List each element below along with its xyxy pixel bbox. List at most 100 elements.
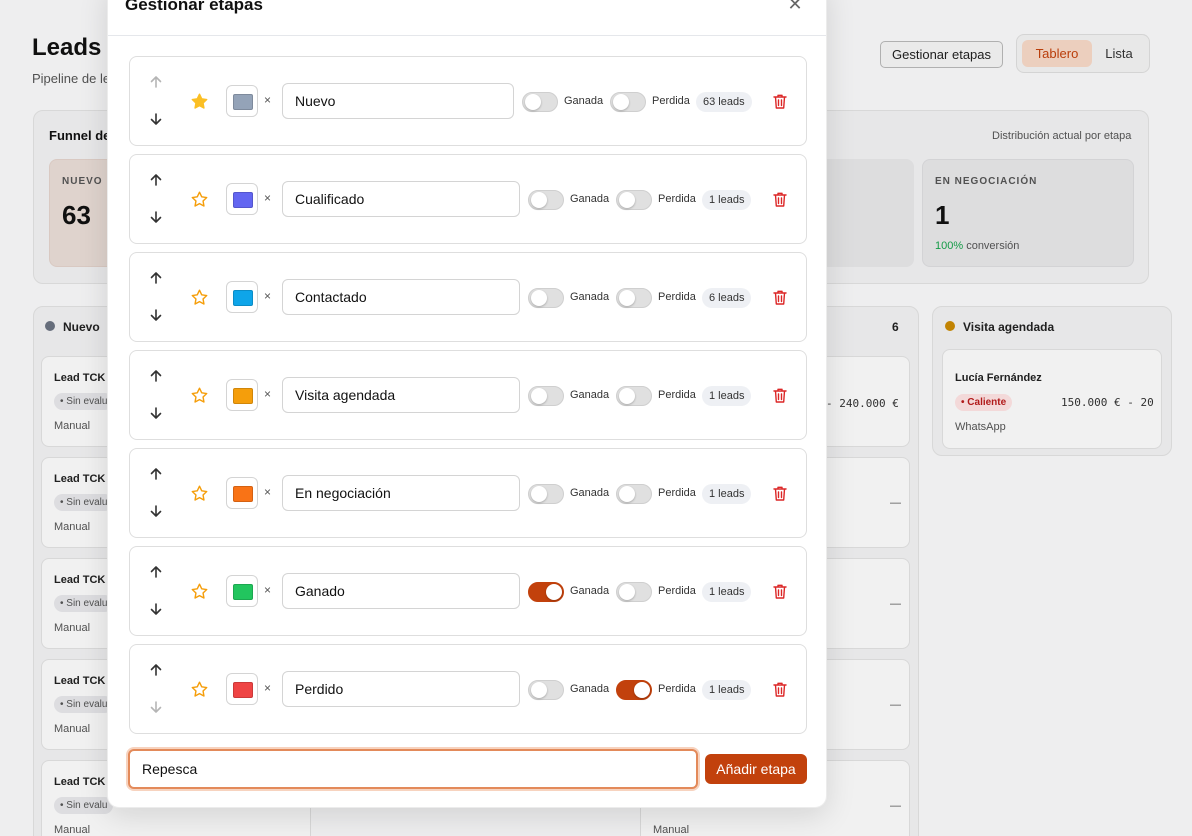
trash-icon[interactable] <box>772 191 788 208</box>
arrow-up-icon[interactable] <box>148 564 164 580</box>
won-label: Ganada <box>570 487 610 499</box>
color-swatch <box>233 486 253 502</box>
arrow-up-icon[interactable] <box>148 662 164 678</box>
won-toggle[interactable] <box>528 190 564 210</box>
arrow-up-icon[interactable] <box>148 368 164 384</box>
lead-count-badge: 63 leads <box>696 92 752 112</box>
toggle-knob <box>619 388 635 404</box>
trash-icon[interactable] <box>772 93 788 110</box>
arrow-down-icon[interactable] <box>148 209 164 225</box>
clear-color-icon[interactable]: × <box>264 485 271 499</box>
color-swatch <box>233 682 253 698</box>
won-toggle[interactable] <box>528 582 564 602</box>
stage-row: × Contactado Ganada Perdida 6 leads <box>129 252 807 342</box>
lost-toggle[interactable] <box>610 92 646 112</box>
stage-row: × Perdido Ganada Perdida 1 leads <box>129 644 807 734</box>
stage-name-input[interactable]: En negociación <box>282 475 520 511</box>
star-icon[interactable] <box>190 190 209 209</box>
arrow-up-icon[interactable] <box>148 270 164 286</box>
arrow-up-icon[interactable] <box>148 74 164 90</box>
lost-label: Perdida <box>658 683 696 695</box>
stage-name-input[interactable]: Contactado <box>282 279 520 315</box>
trash-icon[interactable] <box>772 387 788 404</box>
lead-count-badge: 1 leads <box>702 190 752 210</box>
star-icon[interactable] <box>190 288 209 307</box>
lead-count-badge: 1 leads <box>702 484 752 504</box>
color-picker[interactable] <box>226 379 258 411</box>
new-stage-input[interactable]: Repesca <box>128 749 698 789</box>
clear-color-icon[interactable]: × <box>264 191 271 205</box>
add-stage-button[interactable]: Añadir etapa <box>705 754 807 784</box>
toggle-knob <box>546 584 562 600</box>
toggle-knob <box>634 682 650 698</box>
color-picker[interactable] <box>226 477 258 509</box>
toggle-knob <box>619 584 635 600</box>
arrow-down-icon[interactable] <box>148 111 164 127</box>
stage-name-input[interactable]: Nuevo <box>282 83 514 119</box>
toggle-knob <box>531 192 547 208</box>
star-icon[interactable] <box>190 582 209 601</box>
won-toggle[interactable] <box>528 680 564 700</box>
close-icon[interactable]: ✕ <box>784 0 806 16</box>
lost-label: Perdida <box>658 193 696 205</box>
arrow-up-icon[interactable] <box>148 172 164 188</box>
clear-color-icon[interactable]: × <box>264 387 271 401</box>
won-label: Ganada <box>570 683 610 695</box>
star-icon[interactable] <box>190 386 209 405</box>
star-icon[interactable] <box>190 680 209 699</box>
lost-toggle[interactable] <box>616 680 652 700</box>
lost-toggle[interactable] <box>616 190 652 210</box>
toggle-knob <box>531 388 547 404</box>
color-picker[interactable] <box>226 183 258 215</box>
arrow-down-icon[interactable] <box>148 307 164 323</box>
lost-label: Perdida <box>658 389 696 401</box>
stage-name-input[interactable]: Visita agendada <box>282 377 520 413</box>
stage-name-input[interactable]: Ganado <box>282 573 520 609</box>
won-toggle[interactable] <box>522 92 558 112</box>
color-swatch <box>233 388 253 404</box>
star-icon[interactable] <box>190 92 209 111</box>
trash-icon[interactable] <box>772 583 788 600</box>
trash-icon[interactable] <box>772 485 788 502</box>
color-picker[interactable] <box>226 85 258 117</box>
clear-color-icon[interactable]: × <box>264 681 271 695</box>
stage-row: × Nuevo Ganada Perdida 63 leads <box>129 56 807 146</box>
color-picker[interactable] <box>226 575 258 607</box>
clear-color-icon[interactable]: × <box>264 289 271 303</box>
lost-toggle[interactable] <box>616 288 652 308</box>
trash-icon[interactable] <box>772 289 788 306</box>
arrow-down-icon[interactable] <box>148 405 164 421</box>
lead-count-badge: 1 leads <box>702 582 752 602</box>
won-label: Ganada <box>570 193 610 205</box>
lost-toggle[interactable] <box>616 484 652 504</box>
won-label: Ganada <box>564 95 604 107</box>
won-toggle[interactable] <box>528 484 564 504</box>
lost-label: Perdida <box>658 585 696 597</box>
toggle-knob <box>613 94 629 110</box>
arrow-down-icon[interactable] <box>148 601 164 617</box>
lost-toggle[interactable] <box>616 386 652 406</box>
stage-row: × En negociación Ganada Perdida 1 leads <box>129 448 807 538</box>
lost-toggle[interactable] <box>616 582 652 602</box>
stage-name-input[interactable]: Cualificado <box>282 181 520 217</box>
toggle-knob <box>531 682 547 698</box>
stage-name-input[interactable]: Perdido <box>282 671 520 707</box>
arrow-down-icon[interactable] <box>148 503 164 519</box>
won-toggle[interactable] <box>528 288 564 308</box>
arrow-up-icon[interactable] <box>148 466 164 482</box>
star-icon[interactable] <box>190 484 209 503</box>
color-swatch <box>233 584 253 600</box>
clear-color-icon[interactable]: × <box>264 583 271 597</box>
lost-label: Perdida <box>658 487 696 499</box>
color-picker[interactable] <box>226 673 258 705</box>
won-toggle[interactable] <box>528 386 564 406</box>
color-picker[interactable] <box>226 281 258 313</box>
lost-label: Perdida <box>658 291 696 303</box>
arrow-down-icon[interactable] <box>148 699 164 715</box>
lead-count-badge: 6 leads <box>702 288 752 308</box>
lead-count-badge: 1 leads <box>702 680 752 700</box>
trash-icon[interactable] <box>772 681 788 698</box>
clear-color-icon[interactable]: × <box>264 93 271 107</box>
lost-label: Perdida <box>652 95 690 107</box>
toggle-knob <box>525 94 541 110</box>
